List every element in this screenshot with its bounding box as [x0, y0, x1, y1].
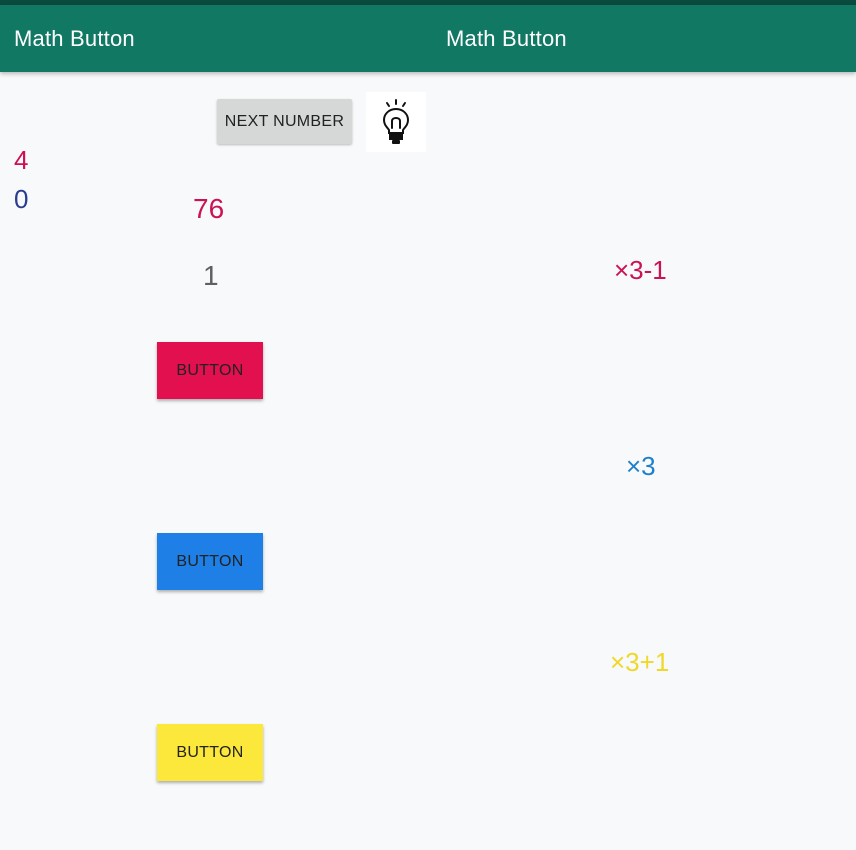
triple-label: ×3: [626, 451, 656, 481]
triple-button[interactable]: BUTTON: [157, 533, 263, 590]
plus-one-triple-button[interactable]: BUTTON: [157, 724, 263, 781]
hint-button[interactable]: [366, 92, 426, 152]
wrong-count: 0: [14, 184, 29, 214]
plus-one-triple-label: ×3+1: [610, 647, 670, 677]
current-number: 1: [203, 260, 219, 291]
lightbulb-icon: [382, 99, 410, 144]
app-bar: Math Button Math Button: [0, 5, 856, 72]
minus-one-triple-button[interactable]: BUTTON: [157, 342, 263, 399]
minus-one-triple-label: ×3-1: [614, 255, 667, 285]
target-number: 76: [193, 193, 225, 224]
app-root: Math Button Math Button NEXT NUMBER 4 0 …: [0, 0, 856, 850]
correct-count: 4: [14, 145, 29, 175]
app-title-left: Math Button: [14, 26, 135, 51]
next-number-button[interactable]: NEXT NUMBER: [217, 99, 352, 144]
app-title-center: Math Button: [446, 26, 567, 51]
